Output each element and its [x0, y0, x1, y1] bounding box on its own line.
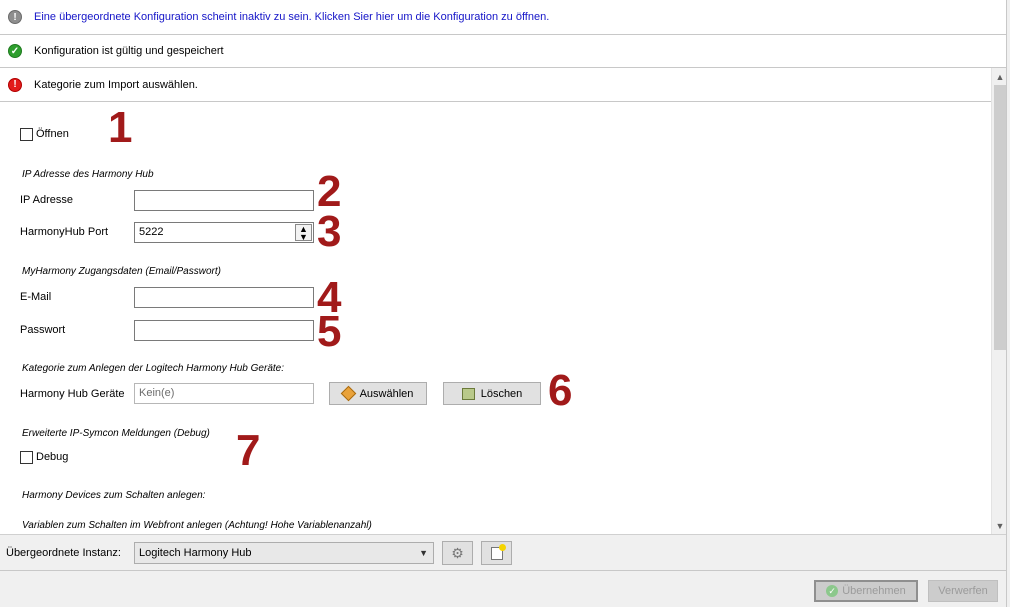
delete-button-label: Löschen	[480, 387, 523, 400]
valid-notice: ✓ Konfiguration ist gültig und gespeiche…	[0, 35, 1006, 68]
check-icon: ✓	[826, 585, 839, 597]
debug-section-title: Erweiterte IP-Symcon Meldungen (Debug)	[22, 428, 210, 439]
select-icon	[340, 385, 356, 402]
new-instance-button[interactable]	[481, 541, 512, 565]
discard-button-label: Verwerfen	[938, 585, 988, 597]
apply-button-label: Übernehmen	[842, 585, 906, 597]
parent-inactive-link[interactable]: Eine übergeordnete Konfiguration scheint…	[34, 11, 549, 23]
password-field[interactable]	[134, 320, 314, 341]
debug-checkbox[interactable]	[20, 451, 33, 464]
spin-down-icon[interactable]: ▼	[296, 233, 311, 242]
parent-inactive-notice[interactable]: ! Eine übergeordnete Konfiguration schei…	[0, 0, 1006, 35]
parent-instance-select[interactable]: Logitech Harmony Hub ▼	[134, 542, 434, 564]
window-right-border	[1006, 0, 1007, 607]
account-section-title: MyHarmony Zugangsdaten (Email/Passwort)	[22, 266, 221, 277]
discard-button[interactable]: Verwerfen	[928, 580, 998, 602]
webfront-section-title: Variablen zum Schalten im Webfront anleg…	[22, 520, 372, 531]
check-icon: ✓	[8, 44, 22, 58]
parent-instance-bar: Übergeordnete Instanz: Logitech Harmony …	[0, 534, 1006, 570]
configure-instance-button[interactable]: ⚙	[442, 541, 473, 565]
error-icon: !	[8, 77, 22, 92]
gear-icon: ⚙	[451, 544, 464, 561]
port-spinner[interactable]: ▲ ▼	[295, 224, 312, 242]
category-section-title: Kategorie zum Anlegen der Logitech Harmo…	[22, 363, 284, 374]
password-label: Passwort	[20, 324, 66, 336]
email-label: E-Mail	[20, 291, 52, 303]
email-field[interactable]	[134, 287, 314, 308]
select-button-label: Auswählen	[359, 387, 414, 400]
chevron-down-icon: ▼	[419, 548, 428, 558]
error-text: Kategorie zum Import auswählen.	[34, 78, 198, 91]
parent-instance-value: Logitech Harmony Hub	[139, 547, 252, 559]
ip-label: IP Adresse	[20, 194, 73, 206]
vertical-scrollbar[interactable]: ▲ ▼	[991, 68, 1007, 534]
annotation-3: 3	[317, 207, 342, 256]
annotation-5: 5	[317, 307, 342, 356]
config-form: Öffnen 1 IP Adresse des Harmony Hub IP A…	[0, 102, 991, 534]
new-instance-icon	[490, 543, 506, 560]
annotation-7: 7	[236, 426, 261, 475]
open-label: Öffnen	[36, 128, 69, 140]
delete-icon	[461, 387, 475, 400]
port-field[interactable]: 5222	[134, 222, 314, 243]
error-notice: ! Kategorie zum Import auswählen.	[0, 68, 1006, 102]
parent-instance-label: Übergeordnete Instanz:	[6, 547, 121, 559]
annotation-6: 6	[548, 366, 573, 415]
port-label: HarmonyHub Port	[20, 226, 109, 238]
valid-text: Konfiguration ist gültig und gespeichert	[34, 45, 224, 57]
devices-section-title: Harmony Devices zum Schalten anlegen:	[22, 490, 206, 501]
devices-category-field: Kein(e)	[134, 383, 314, 404]
devices-label: Harmony Hub Geräte	[20, 388, 125, 400]
footer-bar: ✓ Übernehmen Verwerfen	[0, 570, 1006, 607]
port-value: 5222	[139, 226, 164, 238]
open-checkbox[interactable]	[20, 128, 33, 141]
info-icon: !	[8, 10, 22, 24]
debug-label: Debug	[36, 451, 69, 463]
hub-section-title: IP Adresse des Harmony Hub	[22, 169, 154, 180]
ip-address-field[interactable]	[134, 190, 314, 211]
delete-category-button[interactable]: Löschen	[443, 382, 541, 405]
apply-button[interactable]: ✓ Übernehmen	[814, 580, 918, 602]
select-category-button[interactable]: Auswählen	[329, 382, 427, 405]
annotation-1: 1	[108, 103, 133, 152]
